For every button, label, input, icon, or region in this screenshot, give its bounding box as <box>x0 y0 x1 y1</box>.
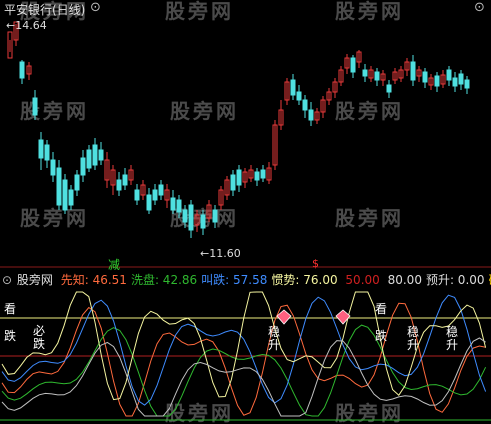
panel-label: 稳升 <box>268 325 281 352</box>
candle-body <box>134 189 140 201</box>
candle-body <box>152 189 158 201</box>
indicator-value: 洗盘: 42.86 <box>130 273 198 287</box>
panel-label: 稳升 <box>446 325 459 352</box>
chevron-down-icon[interactable]: ⊙ <box>90 0 101 15</box>
candle-body <box>182 209 188 223</box>
chevron-down-icon[interactable]: ⊙ <box>474 0 485 15</box>
candle-body <box>62 179 68 211</box>
candle-body <box>170 197 176 211</box>
candle-body <box>32 97 38 116</box>
candle-body <box>410 61 416 81</box>
watermark-text: 股旁网 <box>335 0 404 23</box>
candle-body <box>98 149 104 161</box>
candle-body <box>374 71 380 81</box>
watermark-text: 股旁网 <box>335 401 404 424</box>
candle-body <box>422 71 428 83</box>
indicator-header: ⊙ 股旁网 先知: 46.51 洗盘: 42.86 叫跌: 57.58 惯势: 76.… <box>0 271 491 287</box>
chart-title[interactable]: 平安银行(日线) <box>4 1 85 18</box>
candle-body <box>86 149 92 169</box>
indicator-value: 50.00 <box>341 273 380 287</box>
candle-body <box>302 99 308 111</box>
candle-body <box>452 77 458 87</box>
candle-body <box>290 79 296 96</box>
chart-canvas: 股旁网股旁网股旁网股旁网股旁网股旁网股旁网股旁网股旁网股旁网股旁网 <box>0 0 491 424</box>
candle-body <box>212 209 218 223</box>
candle-body <box>19 61 25 79</box>
indicator-value: 80.00 <box>383 273 422 287</box>
candle-body <box>80 157 86 176</box>
diamond-icon <box>276 309 292 325</box>
watermark-text: 股旁网 <box>170 99 239 123</box>
indicator-value: 惯势: 76.00 <box>271 273 338 287</box>
high-price-label: ←14.64 <box>6 19 47 32</box>
candle-body <box>230 174 236 191</box>
indicator-values: 先知: 46.51 洗盘: 42.86 叫跌: 57.58 惯势: 76.00 50.… <box>61 273 491 287</box>
candle-body <box>308 109 314 121</box>
candle-body <box>386 84 392 93</box>
indicator-value: 叫跌: 57.58 <box>201 273 268 287</box>
candle-body <box>122 174 128 186</box>
candle-body <box>92 144 98 166</box>
candle-body <box>296 91 302 101</box>
diamond-icon <box>335 309 351 325</box>
panel-label: 看跌 <box>375 302 388 343</box>
candle-body <box>464 79 470 89</box>
candle-body <box>236 169 242 186</box>
watermark-text: 股旁网 <box>335 206 404 230</box>
candle-body <box>434 75 440 87</box>
diamond-markers <box>276 309 351 325</box>
candle-body <box>362 69 368 77</box>
dollar-signal: $ <box>312 257 319 270</box>
low-price-value: 11.60 <box>209 247 241 260</box>
indicator-value: 预升: 0.00 <box>425 273 485 287</box>
watermark-text: 股旁网 <box>165 401 234 424</box>
candle-body <box>44 144 50 161</box>
indicator-lines <box>1 291 487 417</box>
watermark-text: 股旁网 <box>20 206 89 230</box>
watermark-layer: 股旁网股旁网股旁网股旁网股旁网股旁网股旁网股旁网股旁网股旁网股旁网 <box>20 0 404 424</box>
watermark-text: 股旁网 <box>20 99 89 123</box>
candle-body <box>260 169 266 179</box>
watermark-text: 股旁网 <box>165 0 234 23</box>
candle-body <box>200 214 206 229</box>
panel-label: 必跌 <box>33 324 46 351</box>
candle-body <box>56 167 62 206</box>
candle-body <box>146 194 152 211</box>
candle-body <box>50 159 56 176</box>
candle-body <box>158 184 164 196</box>
candle-body <box>458 73 464 85</box>
candle-body <box>188 204 194 231</box>
low-price-label: ←11.60 <box>200 247 241 260</box>
panel-label: 稳升 <box>407 325 420 352</box>
candle-body <box>74 174 80 191</box>
chevron-down-icon[interactable]: ⊙ <box>2 273 12 287</box>
indicator-value: 先知: 46.51 <box>60 273 127 287</box>
high-price-value: 14.64 <box>15 19 47 32</box>
watermark-text: 股旁网 <box>335 99 404 123</box>
candle-body <box>350 57 356 73</box>
candle-body <box>254 171 260 181</box>
panel-label: 看跌 <box>4 302 17 343</box>
candle-body <box>68 189 74 206</box>
candle-body <box>38 139 44 159</box>
candle-body <box>116 179 122 191</box>
candle-body <box>176 199 182 213</box>
indicator-name[interactable]: 股旁网 <box>17 273 53 287</box>
candle-body <box>446 69 452 81</box>
